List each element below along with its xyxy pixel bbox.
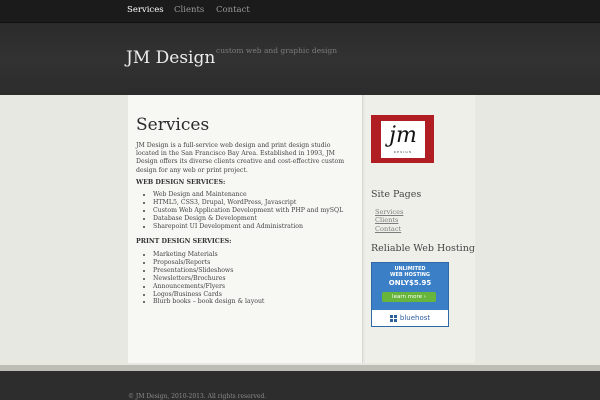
sidebar: jm DESIGN Site Pages Services Clients Co… [365, 95, 475, 363]
learn-more-label: learn more [392, 294, 422, 300]
sidebar-link-clients[interactable]: Clients [375, 216, 403, 224]
site-pages-links: Services Clients Contact [375, 208, 403, 233]
site-footer: © JM Design, 2010-2013. All rights reser… [0, 365, 600, 400]
main-content: Services JM Design is a full-service web… [128, 95, 363, 363]
list-item: Proposals/Reports [153, 259, 264, 267]
web-services-list: Web Design and Maintenance HTML5, CSS3, … [136, 191, 343, 231]
bluehost-ad-banner[interactable]: UNLIMITED WEB HOSTING ONLY$5.95 learn mo… [371, 262, 449, 327]
ad-brand-bar: bluehost [372, 310, 448, 326]
hosting-title: Reliable Web Hosting [371, 243, 475, 254]
list-item: Newsletters/Brochures [153, 275, 264, 283]
list-item: Presentations/Slideshows [153, 267, 264, 275]
list-item: Web Design and Maintenance [153, 191, 343, 199]
bluehost-logo-icon [389, 314, 397, 322]
sidebar-link-services[interactable]: Services [375, 208, 403, 216]
ad-headline: UNLIMITED WEB HOSTING [372, 266, 448, 279]
site-tagline: custom web and graphic design [216, 46, 338, 55]
copyright-text: © JM Design, 2010-2013. All rights reser… [128, 393, 267, 400]
sidebar-link-contact[interactable]: Contact [375, 225, 403, 233]
ad-line-2: WEB HOSTING [389, 271, 431, 278]
nav-item-services[interactable]: Services [127, 5, 164, 15]
site-header: JM Design custom web and graphic design [0, 23, 600, 95]
list-item: Database Design & Development [153, 215, 343, 223]
logo-subtext: DESIGN [393, 150, 413, 154]
list-item: Custom Web Application Development with … [153, 207, 343, 215]
print-services-list: Marketing Materials Proposals/Reports Pr… [136, 251, 264, 306]
site-pages-title: Site Pages [371, 189, 422, 200]
site-title[interactable]: JM Design [126, 48, 215, 68]
list-item: HTML5, CSS3, Drupal, WordPress, Javascri… [153, 199, 343, 207]
ad-brand-label: bluehost [399, 314, 431, 322]
list-item: Announcements/Flyers [153, 283, 264, 291]
page-title: Services [136, 115, 210, 135]
intro-paragraph: JM Design is a full-service web design a… [136, 142, 345, 174]
nav-item-clients[interactable]: Clients [174, 5, 204, 15]
ad-price: ONLY$5.95 [388, 279, 432, 287]
list-item: Blurb books – book design & layout [153, 298, 264, 306]
logo-panel: jm DESIGN [381, 121, 425, 158]
learn-more-button[interactable]: learn more › [382, 292, 436, 302]
print-services-heading: PRINT DESIGN SERVICES: [136, 238, 232, 245]
list-item: Marketing Materials [153, 251, 264, 259]
jm-design-logo: jm DESIGN [371, 115, 434, 163]
logo-mark: jm [389, 123, 417, 148]
web-services-heading: WEB DESIGN SERVICES: [136, 179, 226, 186]
nav-item-contact[interactable]: Contact [216, 5, 250, 15]
list-item: Logos/Business Cards [153, 291, 264, 299]
top-navigation: Services Clients Contact [0, 0, 600, 23]
list-item: Sharepoint UI Development and Administra… [153, 223, 343, 231]
